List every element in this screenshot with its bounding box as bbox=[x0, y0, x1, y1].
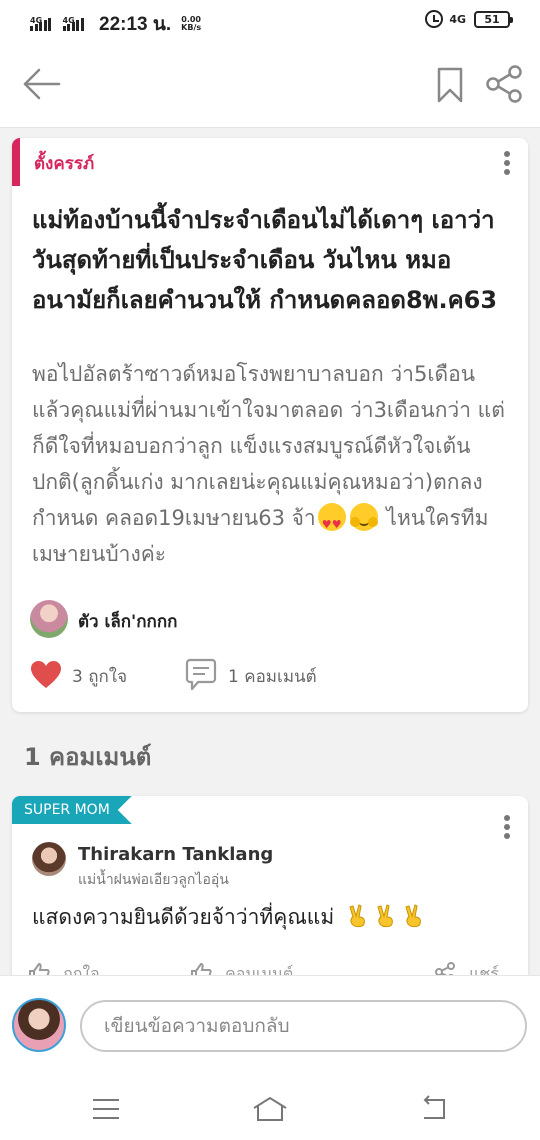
reply-input[interactable] bbox=[80, 1000, 527, 1052]
status-bar: 4G 4G 22:13 น. 0.00 KB/s 4G 51 bbox=[0, 0, 540, 40]
arrow-left-icon bbox=[23, 68, 61, 100]
comment-icon bbox=[185, 658, 217, 691]
net-speed-unit: KB/s bbox=[181, 23, 202, 32]
victory-hand-emoji-icon bbox=[377, 904, 393, 928]
victory-hand-emoji-icon bbox=[405, 904, 421, 928]
back-icon bbox=[423, 1095, 445, 1119]
alarm-icon bbox=[425, 10, 444, 28]
more-vertical-icon[interactable] bbox=[497, 148, 517, 178]
signal-label: 4G bbox=[62, 15, 75, 25]
like-button[interactable] bbox=[30, 660, 62, 690]
home-icon bbox=[253, 1096, 287, 1121]
system-back-button[interactable] bbox=[414, 1094, 454, 1124]
share-button[interactable] bbox=[484, 64, 524, 104]
back-button[interactable] bbox=[22, 66, 62, 102]
comment-button[interactable] bbox=[185, 658, 217, 692]
victory-hand-emoji-icon bbox=[349, 904, 365, 928]
post-topic[interactable]: ตั้งครรภ์ bbox=[34, 150, 94, 177]
signal-icon: 4G bbox=[30, 15, 53, 31]
menu-icon bbox=[93, 1099, 119, 1119]
bookmark-button[interactable] bbox=[436, 66, 464, 104]
top-bar bbox=[0, 40, 540, 128]
signal-icon: 4G bbox=[62, 15, 86, 31]
super-mom-badge: SUPER MOM bbox=[12, 796, 132, 824]
battery-icon: 51 bbox=[474, 10, 513, 28]
network-type: 4G bbox=[449, 12, 466, 26]
reply-bar bbox=[0, 975, 540, 1078]
commenter-avatar[interactable] bbox=[32, 842, 66, 876]
system-nav-bar bbox=[0, 1078, 540, 1140]
more-vertical-icon[interactable] bbox=[497, 812, 517, 842]
heart-icon bbox=[31, 661, 61, 688]
commenter-name[interactable]: Thirakarn Tanklang bbox=[78, 844, 273, 865]
post-body-text: พอไปอัลตร้าซาวด์หมอโรงพยาบาลบอก ว่า5เดือ… bbox=[32, 362, 505, 530]
comments-header: 1 คอมเมนต์ bbox=[24, 743, 152, 771]
recent-apps-button[interactable] bbox=[86, 1094, 126, 1124]
comment-card: SUPER MOM Thirakarn Tanklang แม่น้ำฝนพ่อ… bbox=[12, 796, 528, 986]
post-card: ตั้งครรภ์ แม่ท้องบ้านนี้จำประจำเดือนไม่ไ… bbox=[12, 138, 528, 712]
net-speed: 0.00 KB/s bbox=[181, 16, 201, 32]
author-name[interactable]: ตัว เล็ก'กกกก bbox=[78, 608, 177, 635]
current-user-avatar bbox=[12, 998, 66, 1052]
hugging-emoji-icon bbox=[349, 503, 378, 531]
home-button[interactable] bbox=[250, 1094, 290, 1124]
comment-text: แสดงความยินดีด้วยจ้าว่าที่คุณแม่ bbox=[32, 901, 425, 934]
post-body: พอไปอัลตร้าซาวด์หมอโรงพยาบาลบอก ว่า5เดือ… bbox=[32, 356, 512, 572]
clock: 22:13 น. bbox=[99, 14, 172, 35]
commenter-subtitle: แม่น้ำฝนพ่อเอียวลูกไออุ่น bbox=[78, 872, 229, 888]
topic-accent-bar bbox=[12, 138, 20, 186]
signal-label: 4G bbox=[30, 15, 43, 25]
like-count[interactable]: 3 ถูกใจ bbox=[72, 663, 127, 690]
bookmark-icon bbox=[437, 67, 463, 103]
heart-eyes-emoji-icon bbox=[317, 503, 346, 543]
author-avatar[interactable] bbox=[30, 600, 68, 638]
comment-text-body: แสดงความยินดีด้วยจ้าว่าที่คุณแม่ bbox=[32, 905, 335, 929]
post-title: แม่ท้องบ้านนี้จำประจำเดือนไม่ได้เดาๆ เอา… bbox=[32, 206, 498, 314]
share-icon bbox=[486, 65, 522, 103]
comment-count[interactable]: 1 คอมเมนต์ bbox=[228, 663, 317, 690]
